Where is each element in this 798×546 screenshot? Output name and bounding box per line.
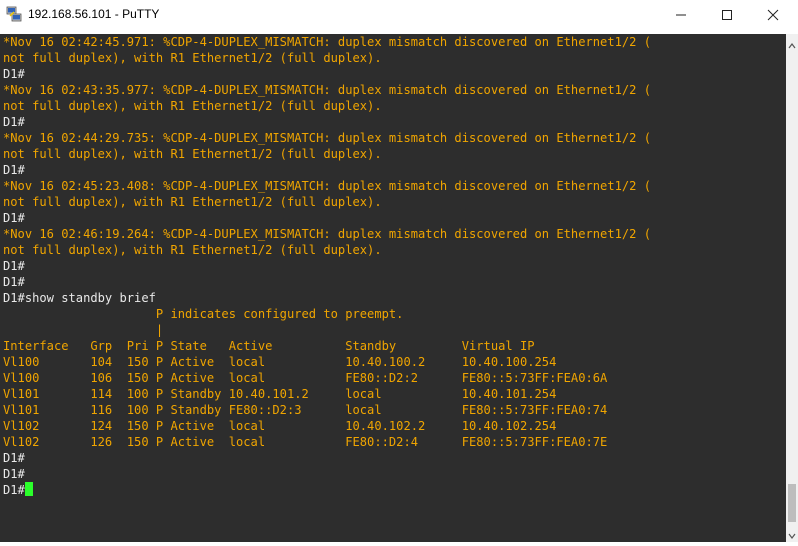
terminal-line-text: Vl100 104 150 P Active local 10.40.100.2… [3, 355, 557, 369]
terminal-line-text: *Nov 16 02:42:45.971: %CDP-4-DUPLEX_MISM… [3, 35, 652, 49]
standby-table-line: Vl101 114 100 P Standby 10.40.101.2 loca… [3, 386, 651, 402]
terminal-line-text: D1# [3, 451, 25, 465]
terminal-prompt-line: D1# [3, 482, 651, 498]
terminal-log-line: not full duplex), with R1 Ethernet1/2 (f… [3, 242, 651, 258]
terminal-line-text: Interface Grp Pri P State Active Standby… [3, 339, 535, 353]
terminal-line-text: *Nov 16 02:46:19.264: %CDP-4-DUPLEX_MISM… [3, 227, 652, 241]
terminal-line-text: D1# [3, 483, 25, 497]
terminal-log-line: not full duplex), with R1 Ethernet1/2 (f… [3, 194, 651, 210]
terminal-line-text: not full duplex), with R1 Ethernet1/2 (f… [3, 195, 382, 209]
terminal-prompt-line: D1# [3, 210, 651, 226]
terminal-line-text: Vl101 116 100 P Standby FE80::D2:3 local… [3, 403, 608, 417]
maximize-button[interactable] [704, 0, 750, 34]
terminal-prompt-line: D1# [3, 114, 651, 130]
vertical-scrollbar[interactable] [786, 34, 798, 542]
scroll-down-arrow-icon[interactable] [786, 528, 798, 539]
close-button[interactable] [750, 0, 796, 34]
terminal-prompt-line: D1# [3, 466, 651, 482]
window-titlebar[interactable]: 192.168.56.101 - PuTTY [0, 0, 798, 34]
terminal-line-text: Vl101 114 100 P Standby 10.40.101.2 loca… [3, 387, 557, 401]
standby-table-line: | [3, 322, 651, 338]
maximize-icon [721, 8, 733, 26]
terminal-log-line: *Nov 16 02:42:45.971: %CDP-4-DUPLEX_MISM… [3, 34, 651, 50]
terminal-log-line: *Nov 16 02:44:29.735: %CDP-4-DUPLEX_MISM… [3, 130, 651, 146]
terminal-line-text: P indicates configured to preempt. [3, 307, 404, 321]
window-title: 192.168.56.101 - PuTTY [28, 7, 160, 21]
standby-table-line: P indicates configured to preempt. [3, 306, 651, 322]
terminal-line-text: D1# [3, 275, 25, 289]
terminal-log-line: *Nov 16 02:45:23.408: %CDP-4-DUPLEX_MISM… [3, 178, 651, 194]
terminal-line-text: Vl102 126 150 P Active local FE80::D2:4 … [3, 435, 608, 449]
standby-table-line: Interface Grp Pri P State Active Standby… [3, 338, 651, 354]
terminal-cursor [24, 482, 33, 496]
standby-table-line: Vl102 124 150 P Active local 10.40.102.2… [3, 418, 651, 434]
terminal-line-text: *Nov 16 02:44:29.735: %CDP-4-DUPLEX_MISM… [3, 131, 652, 145]
scroll-up-arrow-icon[interactable] [786, 38, 798, 49]
terminal-line-text: not full duplex), with R1 Ethernet1/2 (f… [3, 51, 382, 65]
terminal-line-text: not full duplex), with R1 Ethernet1/2 (f… [3, 99, 382, 113]
terminal-screen[interactable]: *Nov 16 02:42:45.971: %CDP-4-DUPLEX_MISM… [0, 34, 786, 542]
standby-table-line: Vl102 126 150 P Active local FE80::D2:4 … [3, 434, 651, 450]
terminal-log-line: not full duplex), with R1 Ethernet1/2 (f… [3, 50, 651, 66]
terminal-prompt-line: D1# [3, 450, 651, 466]
terminal-line-text: D1# [3, 467, 25, 481]
scrollbar-thumb[interactable] [788, 484, 796, 522]
terminal-line-text: Vl100 106 150 P Active local FE80::D2:2 … [3, 371, 608, 385]
close-icon [767, 8, 779, 26]
terminal-output: *Nov 16 02:42:45.971: %CDP-4-DUPLEX_MISM… [3, 34, 651, 498]
terminal-prompt-line: D1#show standby brief [3, 290, 651, 306]
terminal-log-line: *Nov 16 02:46:19.264: %CDP-4-DUPLEX_MISM… [3, 226, 651, 242]
terminal-prompt-line: D1# [3, 66, 651, 82]
terminal-line-text: D1# [3, 67, 25, 81]
terminal-line-text: *Nov 16 02:43:35.977: %CDP-4-DUPLEX_MISM… [3, 83, 652, 97]
terminal-line-text: not full duplex), with R1 Ethernet1/2 (f… [3, 243, 382, 257]
terminal-line-text: D1# [3, 211, 25, 225]
terminal-line-text: *Nov 16 02:45:23.408: %CDP-4-DUPLEX_MISM… [3, 179, 652, 193]
terminal-line-text: not full duplex), with R1 Ethernet1/2 (f… [3, 147, 382, 161]
standby-table-line: Vl101 116 100 P Standby FE80::D2:3 local… [3, 402, 651, 418]
terminal-log-line: not full duplex), with R1 Ethernet1/2 (f… [3, 146, 651, 162]
terminal-line-text: D1#show standby brief [3, 291, 156, 305]
putty-icon[interactable] [6, 6, 22, 22]
terminal-line-text: D1# [3, 115, 25, 129]
terminal-line-text: D1# [3, 163, 25, 177]
minimize-button[interactable] [658, 0, 704, 34]
terminal-prompt-line: D1# [3, 162, 651, 178]
terminal-line-text: D1# [3, 259, 25, 273]
terminal-line-text: Vl102 124 150 P Active local 10.40.102.2… [3, 419, 557, 433]
terminal-log-line: not full duplex), with R1 Ethernet1/2 (f… [3, 98, 651, 114]
terminal-line-text: | [3, 323, 164, 337]
terminal-prompt-line: D1# [3, 274, 651, 290]
standby-table-line: Vl100 104 150 P Active local 10.40.100.2… [3, 354, 651, 370]
standby-table-line: Vl100 106 150 P Active local FE80::D2:2 … [3, 370, 651, 386]
terminal-log-line: *Nov 16 02:43:35.977: %CDP-4-DUPLEX_MISM… [3, 82, 651, 98]
minimize-icon [675, 8, 687, 26]
terminal-prompt-line: D1# [3, 258, 651, 274]
